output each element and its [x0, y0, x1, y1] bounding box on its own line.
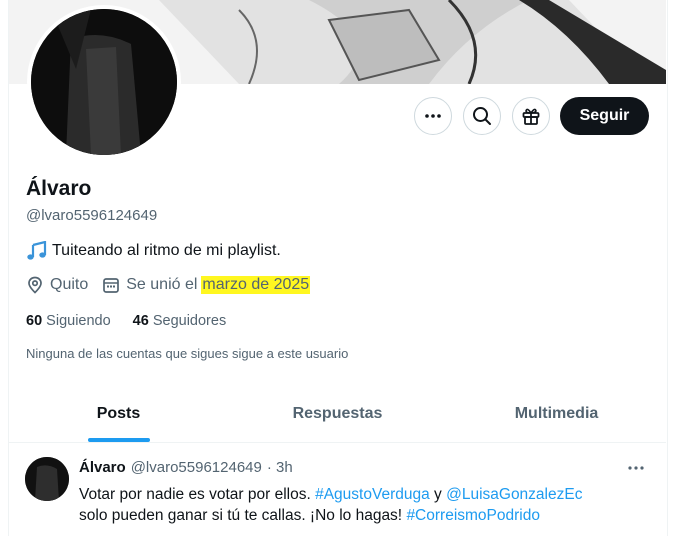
following-count: 60 — [26, 313, 43, 329]
location-pin-icon — [28, 276, 42, 294]
follow-button[interactable]: Seguir — [560, 97, 649, 135]
music-note-icon — [27, 241, 47, 260]
following-label: Siguiendo — [46, 313, 111, 329]
profile-bio: Tuiteando al ritmo de mi playlist. — [26, 241, 281, 261]
active-tab-indicator — [87, 438, 150, 442]
mention-link[interactable]: @LuisaGonzalezEc — [446, 486, 582, 503]
location-text: Quito — [50, 276, 89, 293]
tweet-text-part: y — [434, 486, 442, 503]
calendar-icon — [103, 278, 120, 293]
hashtag-link[interactable]: #AgustoVerduga — [315, 486, 430, 503]
gift-button[interactable] — [512, 97, 550, 135]
search-icon — [473, 107, 491, 125]
follow-stats: 60 Siguiendo 46 Seguidores — [26, 313, 226, 329]
more-options-button[interactable] — [414, 97, 452, 135]
tweet-avatar[interactable] — [25, 457, 69, 501]
tab-label: Respuestas — [292, 405, 383, 422]
join-date-text: marzo de 2025 — [201, 276, 311, 294]
tweet-handle[interactable]: @lvaro5596124649 — [131, 459, 262, 476]
followers-you-know-notice: Ninguna de las cuentas que sigues sigue … — [26, 346, 349, 361]
more-icon — [425, 114, 441, 118]
location: Quito — [26, 276, 88, 294]
profile-name: Álvaro — [26, 177, 92, 200]
profile-avatar[interactable] — [27, 5, 181, 159]
tab-media[interactable]: Multimedia — [447, 386, 666, 442]
tab-label: Multimedia — [514, 405, 599, 422]
tab-replies[interactable]: Respuestas — [228, 386, 447, 442]
tweet-text-part: solo pueden ganar si tú te callas. ¡No l… — [79, 507, 403, 524]
profile-handle: @lvaro5596124649 — [26, 207, 158, 224]
join-prefix: Se unió el — [126, 276, 198, 293]
gift-icon — [522, 108, 540, 125]
join-date: Se unió el marzo de 2025 — [102, 276, 311, 294]
bio-text: Tuiteando al ritmo de mi playlist. — [52, 242, 281, 259]
tweet-text: Votar por nadie es votar por ellos. #Agu… — [79, 484, 639, 526]
followers-link[interactable]: 46 Seguidores — [133, 313, 227, 329]
profile-meta: Quito Se unió el marzo de 2025 — [26, 276, 311, 294]
hashtag-link[interactable]: #CorreismoPodrido — [406, 507, 540, 524]
followers-count: 46 — [132, 313, 149, 329]
following-link[interactable]: 60 Siguiendo — [26, 313, 111, 329]
tweet-time[interactable]: · 3h — [267, 459, 293, 476]
profile-tabs: Posts Respuestas Multimedia — [9, 386, 666, 443]
tweet-header: Álvaro @lvaro5596124649 · 3h — [79, 459, 293, 476]
tweet-text-part: Votar por nadie es votar por ellos. — [79, 486, 311, 503]
more-icon — [628, 466, 644, 470]
tab-posts[interactable]: Posts — [9, 386, 228, 442]
tweet-author[interactable]: Álvaro — [79, 459, 126, 476]
followers-label: Seguidores — [152, 313, 227, 329]
search-profile-button[interactable] — [463, 97, 501, 135]
tab-label: Posts — [96, 405, 141, 422]
tweet-more-button[interactable] — [625, 458, 647, 483]
